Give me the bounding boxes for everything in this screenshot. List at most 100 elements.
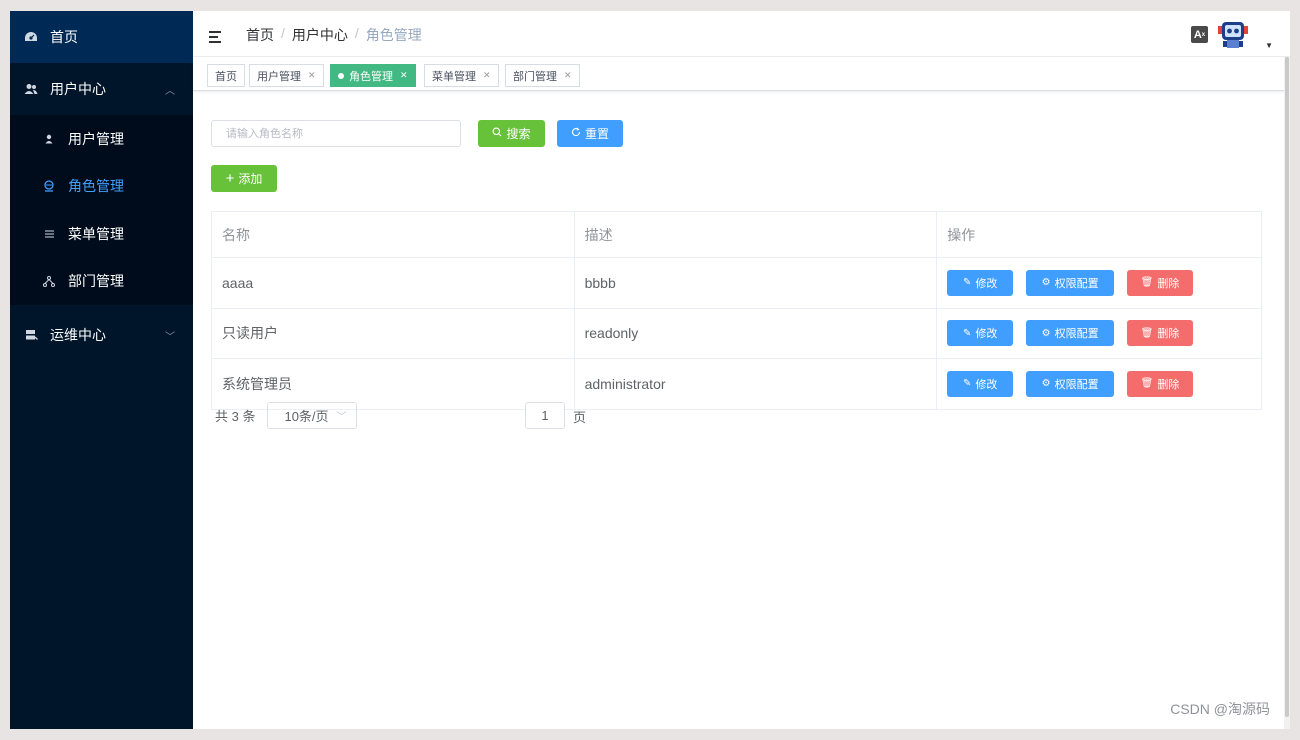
scrollbar-thumb[interactable] — [1285, 57, 1289, 717]
sidebar-group-ops-center[interactable]: 运维中心 ﹀ — [10, 309, 193, 361]
sidebar-item-label: 运维中心 — [50, 327, 106, 343]
trash-icon: 🗑 — [1140, 277, 1154, 289]
close-icon[interactable]: ✕ — [564, 70, 572, 81]
close-icon[interactable]: ✕ — [308, 70, 316, 81]
permission-label: 权限配置 — [1054, 378, 1099, 391]
cell-name: aaaa — [211, 257, 575, 309]
delete-button[interactable]: 🗑 删除 — [1127, 269, 1194, 296]
edit-icon: ✎ — [963, 378, 972, 390]
add-button[interactable]: + 添加 — [211, 165, 277, 192]
sidebar-item-home[interactable]: 首页 — [10, 11, 193, 63]
tags-view: 首页 用户管理 ✕ 角色管理 ✕ 菜单管理 ✕ 部门管理 ✕ — [193, 57, 1290, 91]
delete-label: 删除 — [1157, 277, 1180, 290]
breadcrumb-item-home[interactable]: 首页 — [246, 25, 274, 45]
reset-button-label: 重置 — [584, 127, 609, 141]
page-size-select[interactable]: 10条/页 ﹀ — [267, 402, 358, 429]
role-name-search-input[interactable] — [211, 120, 461, 147]
pagination: 共 3 条 10条/页 ﹀ 页 — [215, 402, 775, 429]
edit-label: 修改 — [975, 328, 998, 341]
delete-button[interactable]: 🗑 删除 — [1127, 320, 1194, 347]
edit-label: 修改 — [975, 378, 998, 391]
permission-label: 权限配置 — [1054, 328, 1099, 341]
org-tree-icon — [42, 275, 56, 287]
table-row: aaaa bbbb ✎ 修改 ⚙ 权限配置 🗑 删除 — [211, 257, 1262, 309]
user-icon — [42, 134, 56, 144]
chevron-up-icon: ︿ — [165, 85, 175, 97]
edit-label: 修改 — [975, 277, 998, 290]
server-icon — [24, 328, 38, 342]
sidebar-item-menu-management[interactable]: 菜单管理 — [10, 210, 193, 258]
column-header-description: 描述 — [574, 211, 938, 258]
plus-icon: + — [225, 170, 235, 187]
breadcrumb-separator: / — [281, 25, 285, 41]
tag-label: 首页 — [215, 70, 237, 83]
edit-button[interactable]: ✎ 修改 — [947, 320, 1014, 347]
watermark: CSDN @淘源码 — [1170, 701, 1270, 717]
search-button[interactable]: 搜索 — [478, 120, 545, 147]
tag-role-management[interactable]: 角色管理 ✕ — [330, 64, 416, 87]
tag-user-management[interactable]: 用户管理 ✕ — [249, 64, 324, 87]
sidebar-item-role-management[interactable]: 角色管理 — [10, 163, 193, 211]
edit-button[interactable]: ✎ 修改 — [947, 370, 1014, 397]
language-icon[interactable]: Ax — [1191, 26, 1208, 43]
app-window: 首页 用户中心 ︿ 用户管理 角色管理 菜单管理 部门管理 运维中心 ﹀ 首页 … — [10, 11, 1290, 729]
tag-label: 部门管理 — [513, 70, 557, 83]
cell-actions: ✎ 修改 ⚙ 权限配置 🗑 删除 — [936, 308, 1262, 359]
close-icon[interactable]: ✕ — [400, 70, 408, 81]
caret-down-icon[interactable]: ▼ — [1265, 41, 1273, 50]
edit-icon: ✎ — [963, 327, 972, 339]
refresh-icon — [571, 127, 581, 140]
hamburger-icon[interactable] — [209, 31, 223, 43]
column-header-actions: 操作 — [936, 211, 1262, 258]
table-header-row: 名称 描述 操作 — [211, 211, 1262, 258]
chevron-down-icon: ﹀ — [336, 412, 347, 423]
sidebar-group-user-center[interactable]: 用户中心 ︿ — [10, 63, 193, 115]
tag-menu-management[interactable]: 菜单管理 ✕ — [424, 64, 499, 87]
sidebar-item-label: 部门管理 — [68, 273, 124, 290]
navbar: 首页 / 用户中心 / 角色管理 Ax ▼ — [193, 11, 1290, 57]
tag-label: 菜单管理 — [432, 70, 476, 83]
sidebar-item-department-management[interactable]: 部门管理 — [10, 258, 193, 306]
cell-description: bbbb — [574, 257, 938, 309]
permission-config-button[interactable]: ⚙ 权限配置 — [1026, 370, 1115, 397]
trash-icon: 🗑 — [1140, 327, 1154, 339]
tag-department-management[interactable]: 部门管理 ✕ — [505, 64, 580, 87]
pagination-total: 共 3 条 — [215, 409, 256, 424]
search-button-label: 搜索 — [506, 127, 531, 141]
dashboard-icon — [24, 30, 38, 44]
close-icon[interactable]: ✕ — [483, 70, 491, 81]
active-dot-icon — [338, 72, 344, 79]
page-suffix: 页 — [573, 410, 587, 425]
search-icon — [492, 127, 502, 140]
column-header-name: 名称 — [211, 211, 575, 258]
list-icon — [42, 229, 56, 239]
scrollbar[interactable] — [1284, 57, 1290, 729]
sidebar-item-user-management[interactable]: 用户管理 — [10, 115, 193, 163]
avatar-image — [1218, 22, 1248, 48]
avatar[interactable] — [1218, 19, 1248, 51]
roles-table: 名称 描述 操作 aaaa bbbb ✎修改 ⚙权限配置 🗑删除 只读用户 — [211, 211, 1262, 410]
breadcrumb-separator: / — [354, 25, 359, 41]
submenu-user-center: 用户管理 角色管理 菜单管理 部门管理 — [10, 115, 193, 305]
chevron-down-icon: ﹀ — [165, 331, 175, 343]
sidebar-item-label: 菜单管理 — [68, 225, 124, 242]
breadcrumb-item-user-center[interactable]: 用户中心 — [292, 25, 348, 45]
table-row: 只读用户 readonly ✎ 修改 ⚙ 权限配置 🗑 删除 — [211, 308, 1262, 359]
breadcrumb-item-current: 角色管理 — [365, 27, 422, 43]
role-icon — [42, 180, 56, 192]
sidebar-item-label: 用户中心 — [50, 81, 106, 97]
tag-home[interactable]: 首页 — [207, 64, 245, 87]
permission-config-button[interactable]: ⚙ 权限配置 — [1026, 320, 1115, 347]
add-button-label: 添加 — [238, 172, 263, 186]
page-jumper-input[interactable] — [525, 402, 565, 429]
reset-button[interactable]: 重置 — [557, 120, 623, 147]
edit-icon: ✎ — [963, 277, 972, 289]
delete-label: 删除 — [1157, 378, 1180, 391]
main-content: 搜索 重置 + 添加 名称 描述 操作 aaaa bbbb — [193, 92, 1290, 729]
tag-label: 用户管理 — [257, 70, 301, 83]
cell-name: 只读用户 — [211, 308, 575, 359]
trash-icon: 🗑 — [1140, 378, 1154, 390]
delete-button[interactable]: 🗑 删除 — [1127, 370, 1194, 397]
permission-config-button[interactable]: ⚙ 权限配置 — [1026, 269, 1115, 296]
edit-button[interactable]: ✎ 修改 — [947, 269, 1014, 296]
